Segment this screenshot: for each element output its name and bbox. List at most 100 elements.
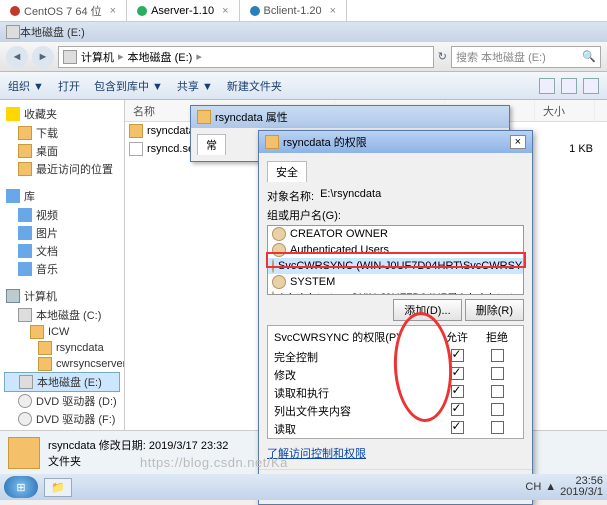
chevron-right-icon: ▸ (196, 50, 202, 63)
tree-item[interactable]: 图片 (4, 224, 120, 242)
close-button[interactable]: × (510, 135, 526, 149)
taskbar: ⊞ 📁 CH ▲ 23:56 2019/3/1 (0, 474, 607, 500)
chevron-right-icon: ▸ (118, 50, 124, 63)
file-icon (129, 142, 143, 156)
tree-item[interactable]: DVD 驱动器 (D:) (4, 392, 120, 410)
share-menu[interactable]: 共享 ▼ (177, 78, 213, 94)
tree-item[interactable]: 桌面 (4, 142, 120, 160)
perm-row: 修改 (268, 366, 523, 384)
user-icon (272, 227, 286, 241)
library-icon (6, 189, 20, 203)
col-size[interactable]: 大小 (535, 100, 595, 121)
nav-forward-button[interactable]: ► (32, 46, 54, 68)
perm-row: 读取和执行 (268, 384, 523, 402)
allow-checkbox[interactable] (451, 349, 464, 362)
drive-icon (6, 25, 20, 39)
deny-checkbox[interactable] (491, 421, 504, 434)
allow-header: 允许 (437, 329, 477, 345)
add-button[interactable]: 添加(D)... (393, 299, 461, 321)
tree-item[interactable]: 文档 (4, 242, 120, 260)
include-menu[interactable]: 包含到库中 ▼ (94, 78, 163, 94)
list-item[interactable]: SYSTEM (268, 274, 523, 290)
vm-tab-bar: CentOS 7 64 位× Aserver-1.10× Bclient-1.2… (0, 0, 607, 22)
tree-computer[interactable]: 计算机 (4, 286, 120, 306)
tree-favorites[interactable]: 收藏夹 (4, 104, 120, 124)
allow-checkbox[interactable] (451, 421, 464, 434)
dialog-titlebar[interactable]: rsyncdata 的权限 × (259, 131, 532, 153)
organize-menu[interactable]: 组织 ▼ (8, 78, 44, 94)
deny-header: 拒绝 (477, 329, 517, 345)
tree-item[interactable]: 本地磁盘 (C:) (4, 306, 120, 324)
computer-icon (6, 289, 20, 303)
perm-row: 完全控制 (268, 348, 523, 366)
explorer-toolbar: 组织 ▼ 打开 包含到库中 ▼ 共享 ▼ 新建文件夹 (0, 72, 607, 100)
list-item[interactable]: Administrators (WIN-J0UF7D04HRT\Administ… (268, 290, 523, 295)
tree-item[interactable]: 下载 (4, 124, 120, 142)
list-item[interactable]: Authenticated Users (268, 242, 523, 258)
folder-icon (197, 110, 211, 124)
perm-row: 读取 (268, 420, 523, 438)
nav-back-button[interactable]: ◄ (6, 46, 28, 68)
tab-general[interactable]: 常 (197, 134, 226, 155)
tree-item[interactable]: ICW (4, 324, 120, 340)
permissions-dialog: rsyncdata 的权限 × 安全 对象名称: E:\rsyncdata 组或… (258, 130, 533, 505)
deny-checkbox[interactable] (491, 385, 504, 398)
tree-item[interactable]: cwrsyncserver (4, 356, 120, 372)
group-user-list[interactable]: CREATOR OWNER Authenticated Users SvcCWR… (267, 225, 524, 295)
star-icon (6, 107, 20, 121)
refresh-icon[interactable]: ↻ (438, 50, 447, 63)
details-line1: rsyncdata 修改日期: 2019/3/17 23:32 (48, 437, 228, 453)
close-icon[interactable]: × (222, 5, 228, 17)
tree-item[interactable]: rsyncdata (4, 340, 120, 356)
window-title: 本地磁盘 (E:) (20, 24, 85, 40)
tree-item[interactable]: 音乐 (4, 260, 120, 278)
tree-libraries[interactable]: 库 (4, 186, 120, 206)
window-titlebar: 本地磁盘 (E:) (0, 22, 607, 42)
deny-checkbox[interactable] (491, 403, 504, 416)
list-item[interactable]: CREATOR OWNER (268, 226, 523, 242)
close-icon[interactable]: × (110, 5, 116, 17)
user-icon (272, 259, 274, 273)
user-icon (272, 275, 286, 289)
new-folder-button[interactable]: 新建文件夹 (227, 78, 282, 94)
tree-item[interactable]: 最近访问的位置 (4, 160, 120, 178)
groups-label: 组或用户名(G): (267, 207, 524, 223)
deny-checkbox[interactable] (491, 367, 504, 380)
taskbar-item[interactable]: 📁 (44, 478, 72, 497)
breadcrumb[interactable]: 计算机 ▸ 本地磁盘 (E:) ▸ (58, 46, 434, 68)
permissions-box: SvcCWRSYNC 的权限(P) 允许 拒绝 完全控制 修改 读取和执行 列出… (267, 325, 524, 439)
folder-icon (265, 135, 279, 149)
help-icon[interactable] (583, 78, 599, 94)
user-icon (272, 291, 274, 295)
vm-tab-aserver[interactable]: Aserver-1.10× (127, 0, 239, 21)
allow-checkbox[interactable] (451, 403, 464, 416)
view-icon[interactable] (539, 78, 555, 94)
tree-item[interactable]: DVD 驱动器 (F:) (4, 410, 120, 428)
vm-tab-centos[interactable]: CentOS 7 64 位× (0, 0, 127, 21)
open-button[interactable]: 打开 (58, 78, 80, 94)
list-item-selected[interactable]: SvcCWRSYNC (WIN-J0UF7D04HRT\SvcCWRSYNC) (268, 258, 523, 274)
allow-checkbox[interactable] (451, 385, 464, 398)
folder-icon (8, 437, 40, 469)
drive-icon (63, 50, 77, 64)
tree-item[interactable]: 视频 (4, 206, 120, 224)
start-button[interactable]: ⊞ (4, 476, 38, 498)
system-tray[interactable]: CH ▲ 23:56 2019/3/1 (525, 476, 603, 498)
vm-tab-bclient[interactable]: Bclient-1.20× (240, 0, 348, 21)
tab-security[interactable]: 安全 (267, 161, 307, 182)
dialog-titlebar[interactable]: rsyncdata 属性 (191, 106, 509, 128)
deny-checkbox[interactable] (491, 349, 504, 362)
tree-item-current-drive[interactable]: 本地磁盘 (E:) (4, 372, 120, 392)
search-input[interactable]: 搜索 本地磁盘 (E:) 🔍 (451, 46, 601, 68)
search-icon: 🔍 (582, 50, 596, 63)
advanced-link[interactable]: 了解访问控制和权限 (267, 448, 366, 460)
folder-icon (129, 124, 143, 138)
object-name-value: E:\rsyncdata (320, 188, 381, 204)
preview-icon[interactable] (561, 78, 577, 94)
allow-checkbox[interactable] (451, 367, 464, 380)
close-icon[interactable]: × (330, 5, 336, 17)
user-icon (272, 243, 286, 257)
perm-header: SvcCWRSYNC 的权限(P) (274, 329, 437, 345)
address-bar: ◄ ► 计算机 ▸ 本地磁盘 (E:) ▸ ↻ 搜索 本地磁盘 (E:) 🔍 (0, 42, 607, 72)
remove-button[interactable]: 删除(R) (465, 299, 524, 321)
